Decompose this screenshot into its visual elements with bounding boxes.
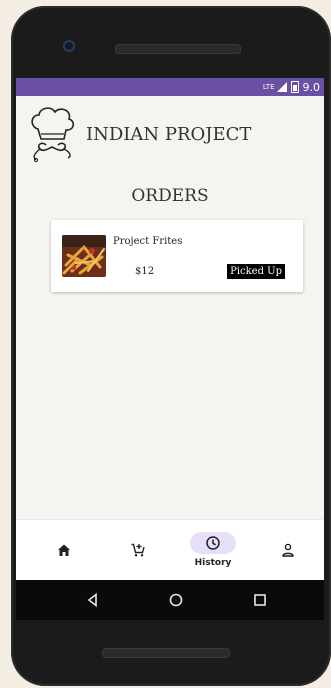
bottom-navigation: History [16,519,324,580]
cart-add-icon [131,543,145,557]
network-type: LTE [262,83,275,91]
nav-item-cart[interactable] [108,520,168,580]
status-time: 9.0 [302,80,321,94]
signal-icon [276,82,287,92]
battery-icon [290,81,299,93]
fries-photo [62,235,106,277]
nav-item-home[interactable] [34,520,94,580]
order-card[interactable]: Project Frites $12 Picked Up [51,220,303,292]
app-title: INDIAN PROJECT [86,123,252,145]
clock-icon [206,536,220,550]
status-bar: LTE 9.0 [16,78,324,96]
bottom-speaker [102,648,230,658]
nav-item-profile[interactable] [258,520,318,580]
app-screen: LTE 9.0 INDIAN PROJECT ORDERS Project Fr… [16,78,324,580]
recents-icon[interactable] [252,592,268,608]
app-header: INDIAN PROJECT [16,96,324,164]
nav-item-history[interactable]: History [183,520,243,580]
order-item-price: $12 [135,266,155,277]
nav-active-indicator [190,532,236,554]
system-navigation-bar [16,580,324,620]
home-icon [58,544,70,556]
home-circle-icon[interactable] [168,592,184,608]
front-camera [63,40,75,52]
earpiece-speaker [115,44,241,54]
nav-label-history: History [194,558,232,568]
person-icon [282,543,294,557]
status-badge: Picked Up [227,264,285,279]
order-item-name: Project Frites [113,236,183,247]
chef-hat-icon [31,107,75,163]
device-top-bezel [11,6,331,84]
back-icon[interactable] [85,592,101,608]
page-title: ORDERS [131,186,209,206]
